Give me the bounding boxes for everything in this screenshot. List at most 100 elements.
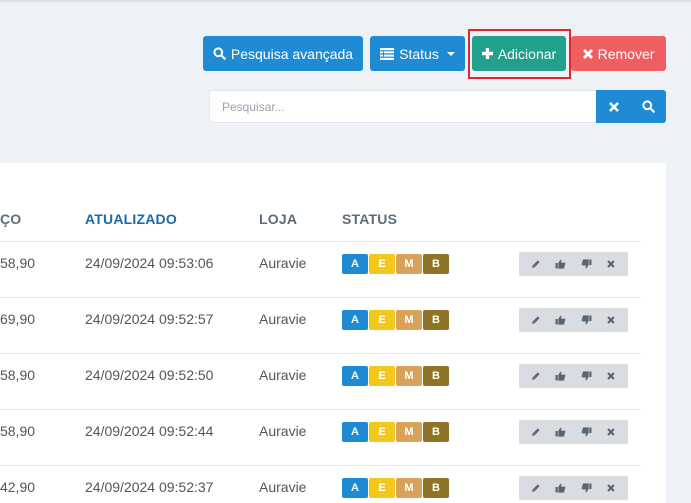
advanced-search-button[interactable]: Pesquisa avançada	[203, 36, 363, 71]
pencil-icon	[531, 484, 540, 492]
status-badge[interactable]: A	[342, 254, 368, 274]
status-badge[interactable]: E	[369, 310, 395, 330]
thumbs-down-button[interactable]	[576, 478, 596, 498]
thumbs-up-button[interactable]	[551, 422, 571, 442]
thumbs-up-button[interactable]	[551, 254, 571, 274]
status-badge[interactable]: E	[369, 366, 395, 386]
list-icon	[380, 47, 395, 60]
status-badge[interactable]: M	[396, 366, 422, 386]
thumbs-down-button[interactable]	[576, 366, 596, 386]
search-input[interactable]	[209, 90, 596, 123]
thumbs-down-button[interactable]	[576, 310, 596, 330]
close-icon	[607, 428, 616, 436]
row-actions	[519, 308, 628, 332]
status-badge[interactable]: M	[396, 254, 422, 274]
status-badge[interactable]: E	[369, 254, 395, 274]
thumbs-down-icon	[581, 483, 592, 493]
pencil-button[interactable]	[526, 478, 546, 498]
close-button[interactable]	[601, 310, 621, 330]
close-icon	[607, 316, 616, 324]
status-badge[interactable]: B	[423, 478, 449, 498]
search-submit-button[interactable]	[631, 90, 666, 123]
caret-down-icon	[446, 51, 455, 56]
thumbs-down-icon	[581, 427, 592, 437]
row-actions	[519, 420, 628, 444]
thumbs-up-icon	[555, 483, 566, 493]
remove-button[interactable]: Remover	[571, 36, 666, 71]
status-badges: AEMB	[342, 254, 449, 274]
status-badge[interactable]: B	[423, 310, 449, 330]
status-badge[interactable]: B	[423, 366, 449, 386]
store-cell: Auravie	[259, 255, 307, 271]
status-label: Status	[399, 45, 439, 62]
status-badge[interactable]: A	[342, 310, 368, 330]
price-cell: 58,90	[0, 255, 36, 271]
status-badge[interactable]: A	[342, 478, 368, 498]
close-icon	[607, 372, 616, 380]
row-divider	[0, 241, 641, 242]
status-badges: AEMB	[342, 366, 449, 386]
thumbs-down-button[interactable]	[576, 254, 596, 274]
store-cell: Auravie	[259, 479, 307, 495]
column-price[interactable]: ÇO	[0, 211, 21, 227]
thumbs-up-button[interactable]	[551, 310, 571, 330]
status-badge[interactable]: A	[342, 422, 368, 442]
status-badge[interactable]: B	[423, 422, 449, 442]
price-cell: 42,90	[0, 479, 36, 495]
row-actions	[519, 476, 628, 500]
pencil-icon	[531, 428, 540, 436]
close-icon	[607, 484, 616, 492]
thumbs-up-button[interactable]	[551, 478, 571, 498]
status-badge[interactable]: M	[396, 310, 422, 330]
column-store[interactable]: LOJA	[259, 211, 297, 227]
status-badge[interactable]: M	[396, 422, 422, 442]
pencil-icon	[531, 316, 540, 324]
updated-cell: 24/09/2024 09:52:37	[85, 479, 214, 495]
pencil-button[interactable]	[526, 366, 546, 386]
pencil-button[interactable]	[526, 254, 546, 274]
thumbs-down-icon	[581, 371, 592, 381]
thumbs-up-icon	[555, 427, 566, 437]
pencil-icon	[531, 260, 540, 268]
search-icon	[642, 100, 655, 113]
pencil-button[interactable]	[526, 310, 546, 330]
updated-cell: 24/09/2024 09:52:44	[85, 423, 214, 439]
updated-cell: 24/09/2024 09:52:50	[85, 367, 214, 383]
row-actions	[519, 364, 628, 388]
store-cell: Auravie	[259, 367, 307, 383]
row-divider	[0, 409, 641, 410]
row-divider	[0, 353, 641, 354]
store-cell: Auravie	[259, 311, 307, 327]
status-badge[interactable]: E	[369, 478, 395, 498]
row-divider	[0, 465, 641, 466]
status-dropdown-button[interactable]: Status	[370, 36, 465, 71]
thumbs-down-button[interactable]	[576, 422, 596, 442]
status-badges: AEMB	[342, 422, 449, 442]
close-button[interactable]	[601, 478, 621, 498]
price-cell: 58,90	[0, 367, 36, 383]
status-badge[interactable]: E	[369, 422, 395, 442]
status-badge[interactable]: A	[342, 366, 368, 386]
thumbs-up-button[interactable]	[551, 366, 571, 386]
price-cell: 58,90	[0, 423, 36, 439]
top-border	[0, 0, 691, 2]
status-badge[interactable]: B	[423, 254, 449, 274]
store-cell: Auravie	[259, 423, 307, 439]
status-badge[interactable]: M	[396, 478, 422, 498]
column-status[interactable]: STATUS	[342, 211, 397, 227]
row-divider	[0, 297, 641, 298]
close-button[interactable]	[601, 422, 621, 442]
column-updated[interactable]: ATUALIZADO	[85, 211, 177, 227]
thumbs-up-icon	[555, 259, 566, 269]
thumbs-down-icon	[581, 259, 592, 269]
search-icon	[213, 47, 226, 60]
close-button[interactable]	[601, 254, 621, 274]
close-button[interactable]	[601, 366, 621, 386]
pencil-icon	[531, 372, 540, 380]
status-badges: AEMB	[342, 478, 449, 498]
pencil-button[interactable]	[526, 422, 546, 442]
times-icon	[582, 48, 593, 59]
clear-search-button[interactable]	[596, 90, 631, 123]
close-icon	[607, 260, 616, 268]
updated-cell: 24/09/2024 09:52:57	[85, 311, 214, 327]
